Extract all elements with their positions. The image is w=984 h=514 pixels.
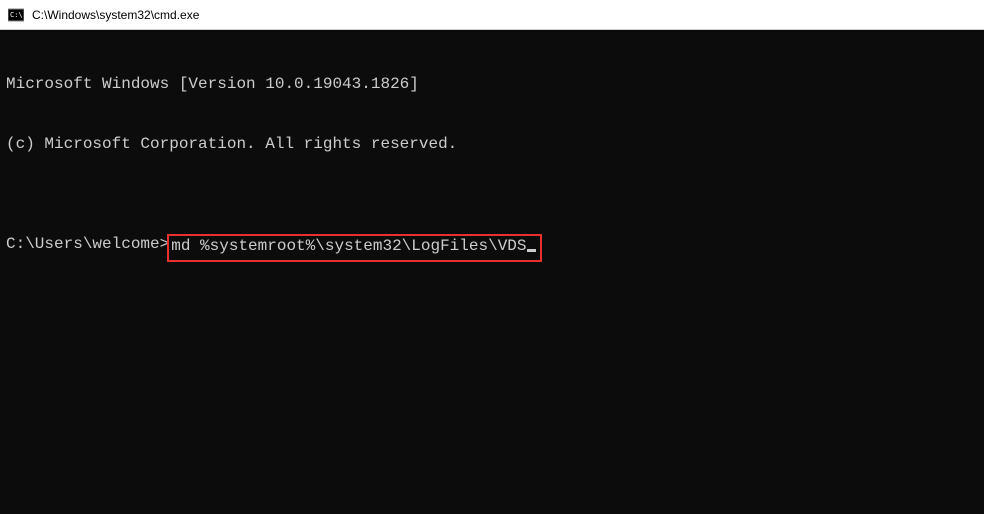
cursor: [527, 249, 536, 252]
version-line: Microsoft Windows [Version 10.0.19043.18…: [6, 74, 978, 94]
prompt-line: C:\Users\welcome>md %systemroot%\system3…: [6, 234, 978, 262]
command-text[interactable]: md %systemroot%\system32\LogFiles\VDS: [171, 237, 526, 255]
cmd-icon: C:\: [8, 7, 24, 23]
prompt-text: C:\Users\welcome>: [6, 234, 169, 254]
command-highlight: md %systemroot%\system32\LogFiles\VDS: [167, 234, 541, 262]
svg-text:C:\: C:\: [10, 11, 23, 19]
terminal-area[interactable]: Microsoft Windows [Version 10.0.19043.18…: [0, 30, 984, 514]
copyright-line: (c) Microsoft Corporation. All rights re…: [6, 134, 978, 154]
cmd-window: C:\ C:\Windows\system32\cmd.exe Microsof…: [0, 0, 984, 514]
title-bar[interactable]: C:\ C:\Windows\system32\cmd.exe: [0, 0, 984, 30]
window-title: C:\Windows\system32\cmd.exe: [32, 8, 199, 22]
